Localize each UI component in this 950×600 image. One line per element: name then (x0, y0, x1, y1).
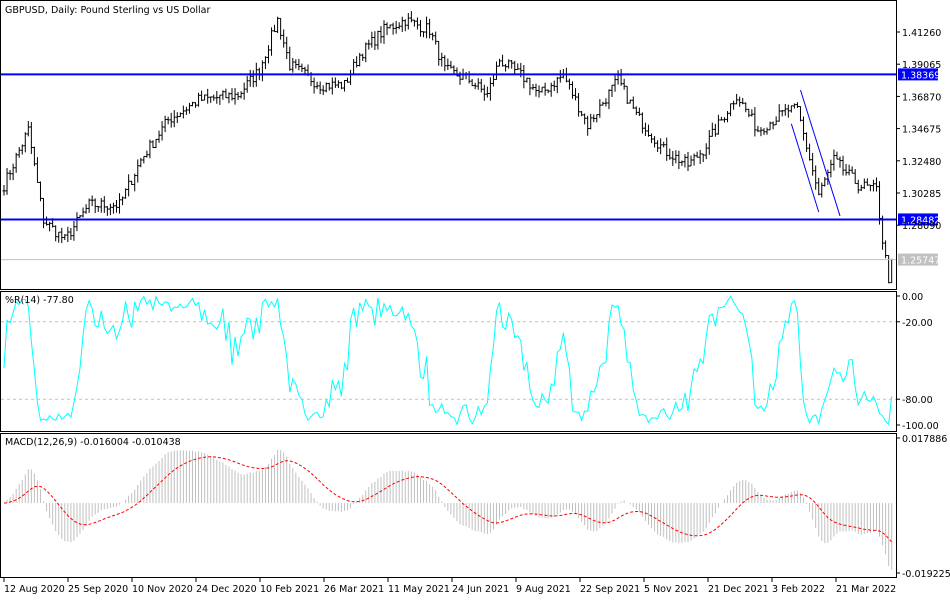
macd-tick-label: -0.019225 (902, 569, 950, 580)
date-label: 9 Aug 2021 (516, 584, 571, 595)
date-label: 10 Feb 2021 (260, 584, 319, 595)
date-label: 21 Dec 2021 (708, 584, 769, 595)
williams-tick-label: -20.00 (902, 318, 933, 329)
price-tick-label: 1.30285 (902, 189, 941, 200)
date-label: 24 Jun 2021 (452, 584, 509, 595)
date-label: 26 Mar 2021 (324, 584, 384, 595)
trading-chart[interactable]: 1.383691.284821.257471.412601.390651.368… (0, 0, 950, 600)
price-pane (0, 0, 897, 290)
price-tick-label: 1.32480 (902, 157, 941, 168)
date-label: 3 Feb 2022 (772, 584, 825, 595)
williams-tick-label: -100.00 (902, 421, 939, 432)
date-label: 22 Sep 2021 (580, 584, 640, 595)
williams-tick-label: 0.00 (902, 292, 923, 303)
macd-label: MACD(12,26,9) -0.016004 -0.010438 (5, 437, 181, 448)
williams-pane (0, 291, 897, 432)
price-tick-label: 1.39065 (902, 60, 941, 71)
date-label: 12 Aug 2020 (4, 584, 65, 595)
macd-tick-label: 0.017886 (902, 434, 947, 445)
chart-title: GBPUSD, Daily: Pound Sterling vs US Doll… (5, 5, 210, 16)
date-label: 21 Mar 2022 (836, 584, 896, 595)
level-value: 1.38369 (901, 70, 940, 81)
price-tick-label: 1.28090 (902, 221, 941, 232)
williams-label: %R(14) -77.80 (5, 295, 74, 306)
williams-tick-label: -80.00 (902, 395, 933, 406)
date-label: 5 Nov 2021 (644, 584, 699, 595)
date-label: 11 May 2021 (388, 584, 450, 595)
level-value: 1.25747 (901, 256, 940, 267)
price-tick-label: 1.36870 (902, 92, 941, 103)
date-label: 10 Nov 2020 (132, 584, 193, 595)
date-label: 24 Dec 2020 (196, 584, 257, 595)
price-tick-label: 1.41260 (902, 28, 941, 39)
date-label: 25 Sep 2020 (68, 584, 128, 595)
price-tick-label: 1.34675 (902, 125, 941, 136)
